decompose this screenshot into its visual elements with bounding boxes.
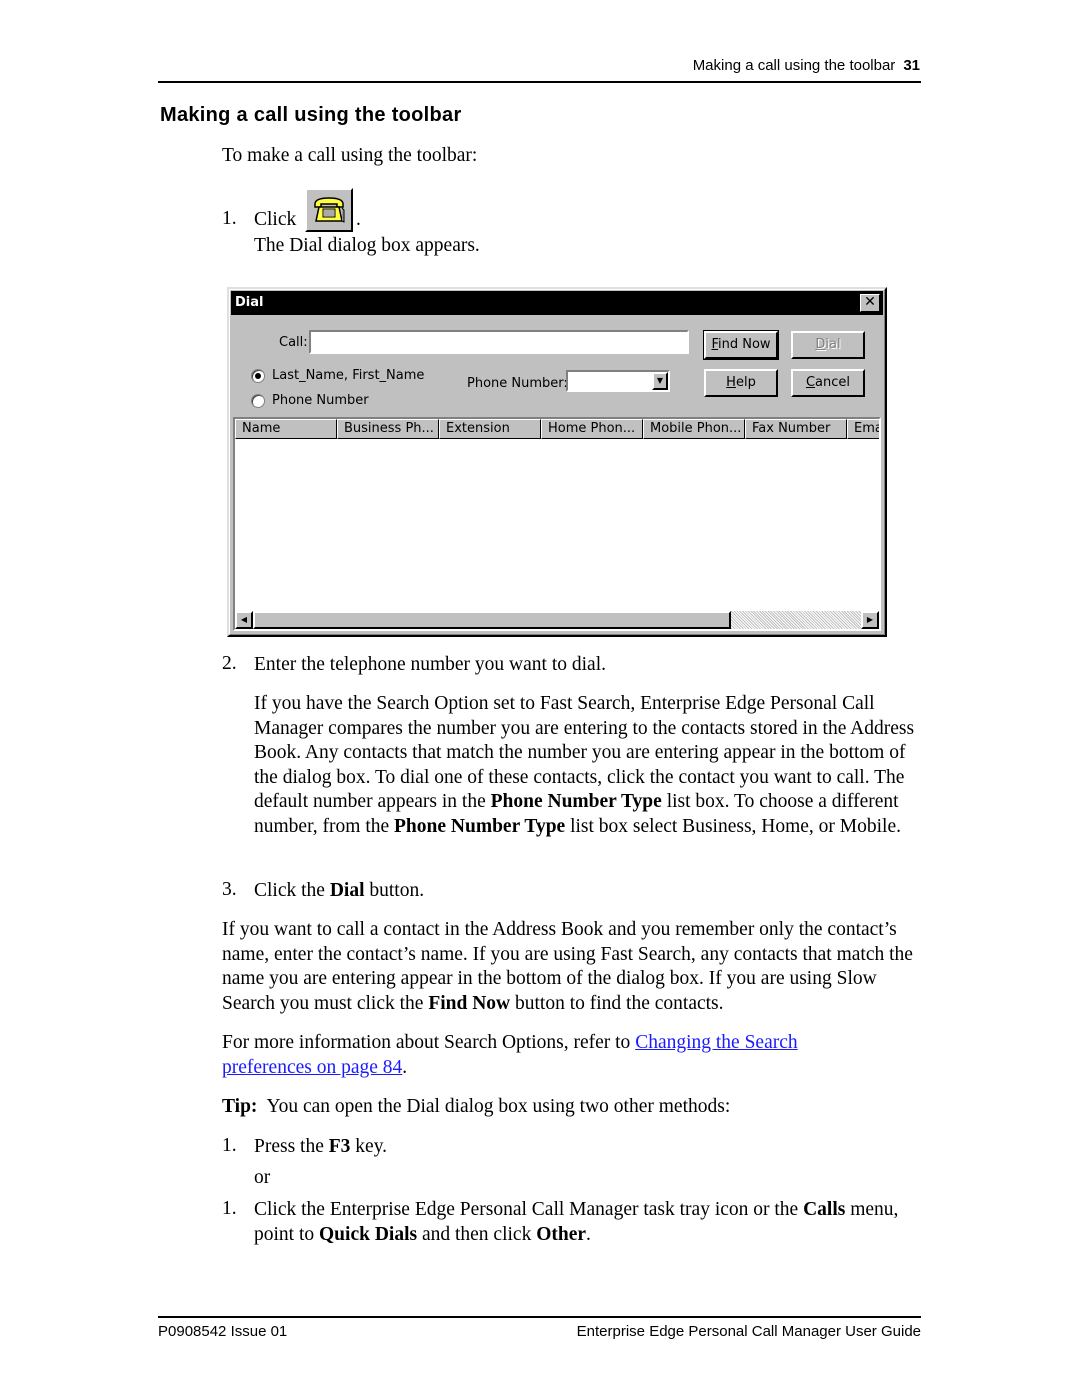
intro-text: To make a call using the toolbar: xyxy=(222,145,478,166)
contacts-list[interactable]: Name Business Ph... Extension Home Phon.… xyxy=(233,417,881,631)
arrow-right-icon: ▶ xyxy=(866,615,874,624)
column-header-email[interactable]: Ema xyxy=(847,419,879,439)
call-label: Call: xyxy=(279,335,308,350)
scroll-right-button[interactable]: ▶ xyxy=(861,611,879,629)
tip-paragraph: Tip: You can open the Dial dialog box us… xyxy=(222,1096,731,1117)
footer-rule xyxy=(158,1316,921,1318)
toolbar-dial-button[interactable] xyxy=(305,188,353,232)
step-number: 1. xyxy=(222,208,237,229)
step3-text: Click the Dial button. xyxy=(254,880,425,901)
running-title: Making a call using the toolbar xyxy=(692,57,896,74)
dropdown-button[interactable]: ▼ xyxy=(652,372,668,390)
dial-button[interactable]: Dial xyxy=(791,331,865,359)
tip-or: or xyxy=(254,1167,271,1188)
dialog-title: Dial xyxy=(235,295,264,310)
chevron-down-icon: ▼ xyxy=(656,376,664,385)
telephone-icon xyxy=(314,197,345,223)
header-rule xyxy=(158,81,921,83)
more-info-paragraph: For more information about Search Option… xyxy=(222,1032,798,1078)
radio-label-phone-number: Phone Number xyxy=(272,393,369,408)
radio-phone-number[interactable] xyxy=(251,394,265,408)
tip-method-tray: Click the Enterprise Edge Personal Call … xyxy=(254,1199,899,1245)
step-number: 1. xyxy=(222,1135,237,1156)
name-search-paragraph: If you want to call a contact in the Add… xyxy=(222,919,913,1014)
footer-guide-title: Enterprise Edge Personal Call Manager Us… xyxy=(576,1323,921,1340)
horizontal-scrollbar[interactable]: ◀ ▶ xyxy=(235,611,879,629)
close-icon: ✕ xyxy=(864,294,876,310)
radio-last-first-name[interactable] xyxy=(251,369,265,383)
tip-label: Tip: xyxy=(222,1096,258,1117)
find-now-button[interactable]: Find Now xyxy=(703,330,779,360)
radio-label-last-first-name: Last_Name, First_Name xyxy=(272,368,425,383)
page-number: 31 xyxy=(903,57,920,74)
step-number: 1. xyxy=(222,1198,237,1219)
step-number: 2. xyxy=(222,653,237,674)
column-header-extension[interactable]: Extension xyxy=(439,419,541,439)
phone-number-type-select[interactable]: ▼ xyxy=(566,370,670,392)
scroll-left-button[interactable]: ◀ xyxy=(235,611,253,629)
phone-number-type-label: Phone Number: xyxy=(467,376,568,391)
column-header-home-phone[interactable]: Home Phon... xyxy=(541,419,643,439)
column-header-name[interactable]: Name xyxy=(235,419,337,439)
running-header: Making a call using the toolbar 31 xyxy=(158,57,920,74)
section-title: Making a call using the toolbar xyxy=(160,104,462,126)
step1-click-text: Click xyxy=(254,209,297,230)
tip-method-f3: Press the F3 key. xyxy=(254,1136,388,1157)
step1-result: The Dial dialog box appears. xyxy=(254,235,480,256)
dialog-titlebar[interactable]: Dial ✕ xyxy=(231,291,883,315)
cancel-button[interactable]: Cancel xyxy=(791,369,865,397)
footer-document-id: P0908542 Issue 01 xyxy=(158,1323,288,1340)
scroll-thumb[interactable] xyxy=(253,611,731,629)
step2-paragraph: If you have the Search Option set to Fas… xyxy=(254,693,915,837)
arrow-left-icon: ◀ xyxy=(240,615,248,624)
close-button[interactable]: ✕ xyxy=(860,294,880,312)
column-header-fax-number[interactable]: Fax Number xyxy=(745,419,847,439)
column-headers: Name Business Ph... Extension Home Phon.… xyxy=(235,419,879,439)
column-header-business-phone[interactable]: Business Ph... xyxy=(337,419,439,439)
step1-period: . xyxy=(356,209,361,230)
dial-dialog: Dial ✕ Call: Last_Name, First_Name Phone… xyxy=(227,287,887,637)
call-input[interactable] xyxy=(309,330,689,354)
step2-text: Enter the telephone number you want to d… xyxy=(254,654,606,675)
column-header-mobile-phone[interactable]: Mobile Phon... xyxy=(643,419,745,439)
step-number: 3. xyxy=(222,879,237,900)
help-button[interactable]: Help xyxy=(704,369,778,397)
